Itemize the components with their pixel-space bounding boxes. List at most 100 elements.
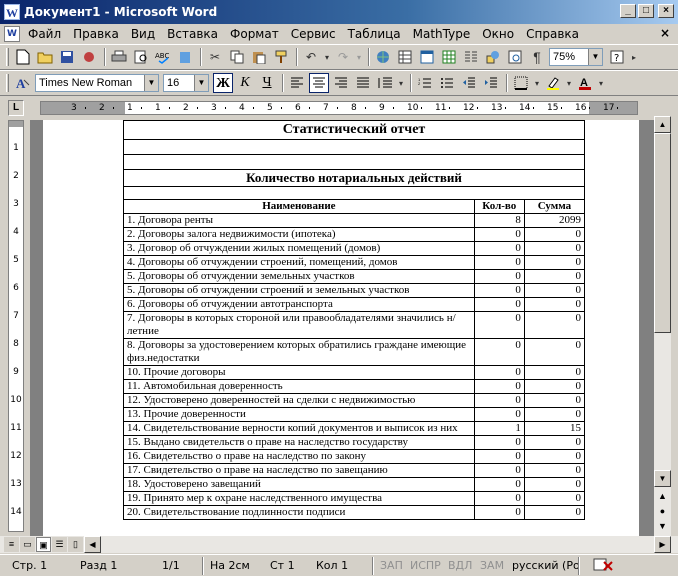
help-icon[interactable]: ? (607, 47, 627, 67)
row-count-cell[interactable]: 0 (473, 407, 525, 422)
row-count-cell[interactable]: 0 (473, 393, 525, 408)
scroll-left-icon[interactable]: ◀ (84, 536, 101, 553)
drawing-icon[interactable] (483, 47, 503, 67)
copy-icon[interactable] (227, 47, 247, 67)
minimize-button[interactable]: _ (620, 4, 636, 18)
row-name-cell[interactable]: 2. Договоры залога недвижимости (ипотека… (123, 227, 475, 242)
scroll-thumb[interactable] (654, 133, 671, 333)
row-count-cell[interactable]: 0 (473, 491, 525, 506)
row-count-cell[interactable]: 0 (473, 435, 525, 450)
menu-tools[interactable]: Сервис (285, 25, 342, 43)
row-name-cell[interactable]: 6. Договоры об отчуждении автотранспорта (123, 297, 475, 312)
menu-help[interactable]: Справка (520, 25, 585, 43)
permission-icon[interactable] (79, 47, 99, 67)
row-name-cell[interactable]: 14. Свидетельствование верности копий до… (123, 421, 475, 436)
row-count-cell[interactable]: 0 (473, 505, 525, 520)
row-name-cell[interactable]: 17. Свидетельство о праве на наследство … (123, 463, 475, 478)
normal-view-icon[interactable]: ≡ (4, 537, 19, 552)
undo-icon[interactable]: ↶ (301, 47, 321, 67)
menu-mathtype[interactable]: MathType (407, 25, 477, 43)
row-name-cell[interactable]: 5. Договоры об отчуждении земельных учас… (123, 269, 475, 284)
row-count-cell[interactable]: 0 (473, 463, 525, 478)
tab-selector[interactable]: L (8, 100, 24, 116)
align-center-icon[interactable] (309, 73, 329, 93)
web-view-icon[interactable]: ▭ (20, 537, 35, 552)
align-right-icon[interactable] (331, 73, 351, 93)
font-size-select[interactable]: 16 ▼ (163, 74, 209, 92)
document-page[interactable]: Статистический отчет Количество нотариал… (43, 120, 639, 536)
row-sum-cell[interactable]: 0 (523, 297, 586, 312)
insert-table-icon[interactable] (417, 47, 437, 67)
menu-insert[interactable]: Вставка (161, 25, 224, 43)
status-track[interactable]: ИСПР (410, 559, 441, 572)
row-count-cell[interactable]: 8 (473, 213, 525, 228)
row-count-cell[interactable]: 0 (473, 365, 525, 380)
reading-view-icon[interactable]: ▯ (68, 537, 83, 552)
row-name-cell[interactable]: 10. Прочие договоры (123, 365, 475, 380)
vertical-ruler[interactable]: 1 2 3 4 5 6 7 8 9 10 11 12 13 14 (8, 120, 24, 532)
select-browse-object-icon[interactable]: ● (654, 504, 671, 518)
menu-window[interactable]: Окно (476, 25, 520, 43)
columns-icon[interactable] (461, 47, 481, 67)
row-count-cell[interactable]: 1 (473, 421, 525, 436)
print-layout-view-icon[interactable]: ▣ (36, 537, 51, 552)
line-spacing-dropdown-icon[interactable]: ▾ (397, 73, 405, 93)
align-left-icon[interactable] (287, 73, 307, 93)
row-count-cell[interactable]: 0 (473, 297, 525, 312)
row-count-cell[interactable]: 0 (473, 477, 525, 492)
row-name-cell[interactable]: 13. Прочие доверенности (123, 407, 475, 422)
row-sum-cell[interactable]: 0 (523, 379, 586, 394)
row-sum-cell[interactable]: 0 (523, 449, 586, 464)
row-sum-cell[interactable]: 0 (523, 491, 586, 506)
row-count-cell[interactable]: 0 (473, 283, 525, 298)
row-sum-cell[interactable]: 0 (523, 463, 586, 478)
undo-dropdown-icon[interactable]: ▾ (323, 47, 331, 67)
row-name-cell[interactable]: 18. Удостоверено завещаний (123, 477, 475, 492)
report-table[interactable]: Статистический отчет Количество нотариал… (123, 120, 586, 520)
highlight-icon[interactable] (543, 73, 563, 93)
insert-excel-icon[interactable] (439, 47, 459, 67)
menu-edit[interactable]: Правка (67, 25, 125, 43)
borders-dropdown-icon[interactable]: ▾ (533, 73, 541, 93)
spelling-status-icon[interactable] (592, 557, 614, 576)
bold-button[interactable]: Ж (213, 73, 233, 93)
previous-page-icon[interactable]: ▲ (654, 489, 671, 503)
outline-view-icon[interactable]: ☰ (52, 537, 67, 552)
highlight-dropdown-icon[interactable]: ▾ (565, 73, 573, 93)
row-name-cell[interactable]: 3. Договор об отчуждении жилых помещений… (123, 241, 475, 256)
row-sum-cell[interactable]: 15 (523, 421, 586, 436)
bullets-icon[interactable] (437, 73, 457, 93)
row-name-cell[interactable]: 15. Выдано свидетельств о праве на насле… (123, 435, 475, 450)
row-name-cell[interactable]: 5. Договоры об отчуждении строений и зем… (123, 283, 475, 298)
numbering-icon[interactable]: 12 (415, 73, 435, 93)
print-icon[interactable] (109, 47, 129, 67)
row-count-cell[interactable]: 0 (473, 379, 525, 394)
row-name-cell[interactable]: 20. Свидетельствование подлинности подпи… (123, 505, 475, 520)
font-name-select[interactable]: Times New Roman ▼ (35, 74, 159, 92)
justify-icon[interactable] (353, 73, 373, 93)
menu-file[interactable]: Файл (22, 25, 67, 43)
row-name-cell[interactable]: 7. Договоры в которых стороной или право… (123, 311, 475, 339)
line-spacing-icon[interactable] (375, 73, 395, 93)
hyperlink-icon[interactable] (373, 47, 393, 67)
row-sum-cell[interactable]: 0 (523, 241, 586, 256)
font-color-icon[interactable]: A (575, 73, 595, 93)
menu-table[interactable]: Таблица (342, 25, 407, 43)
row-count-cell[interactable]: 0 (473, 227, 525, 242)
row-count-cell[interactable]: 0 (473, 255, 525, 270)
row-name-cell[interactable]: 19. Принято мер к охране наследственного… (123, 491, 475, 506)
word-app-icon[interactable]: W (4, 4, 20, 20)
toolbar-options-icon[interactable]: ▸ (629, 47, 639, 67)
font-color-dropdown-icon[interactable]: ▾ (597, 73, 605, 93)
row-count-cell[interactable]: 0 (473, 269, 525, 284)
redo-dropdown-icon[interactable]: ▾ (355, 47, 363, 67)
font-size-dropdown-icon[interactable]: ▼ (194, 75, 208, 91)
row-count-cell[interactable]: 0 (473, 241, 525, 256)
row-name-cell[interactable]: 4. Договоры об отчуждении строений, поме… (123, 255, 475, 270)
cut-icon[interactable]: ✂ (205, 47, 225, 67)
styles-formatting-icon[interactable]: A (13, 73, 33, 93)
col-header-name[interactable]: Наименование (123, 199, 475, 214)
scroll-right-icon[interactable]: ▶ (654, 536, 671, 553)
menu-format[interactable]: Формат (224, 25, 285, 43)
row-name-cell[interactable]: 1. Договора ренты (123, 213, 475, 228)
